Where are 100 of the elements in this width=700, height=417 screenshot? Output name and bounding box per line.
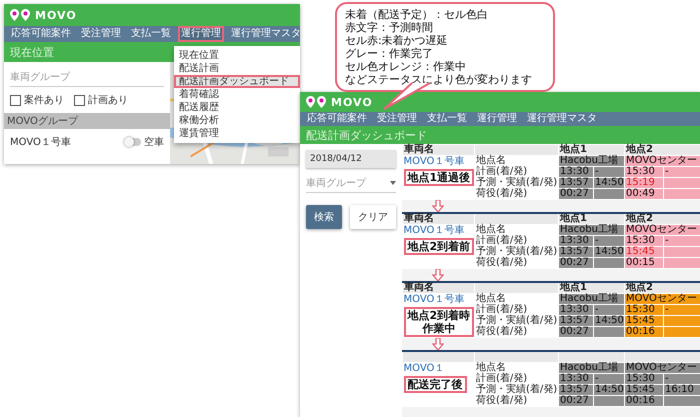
checkbox[interactable]: 計画あり — [74, 93, 128, 107]
table-cell: 16:10 — [664, 384, 700, 396]
page-title: 現在位置 — [10, 44, 54, 60]
column-header: 地点2 — [624, 213, 700, 224]
nav-item[interactable]: 運行管理マスタ — [230, 28, 300, 40]
column-header: 車両名 — [402, 282, 474, 294]
table-cell: MOVOセンター — [624, 294, 700, 304]
status-label: 地点2到着前 — [404, 238, 474, 255]
table-cell: 15:30 — [624, 236, 664, 246]
menu-item[interactable]: 着荷確認 — [174, 88, 300, 101]
row-label: 荷役(着/発) — [474, 396, 558, 406]
table-cell: Hacobu工場 — [558, 362, 624, 374]
table-cell: 00:49 — [624, 188, 664, 200]
table-cell: 00:16 — [624, 396, 664, 406]
table-cell: 13:57 — [558, 178, 594, 188]
pin-icon — [21, 9, 30, 21]
nav-item[interactable]: 受注管理 — [376, 113, 418, 125]
logo-text: MOVO — [331, 96, 373, 108]
callout-text: セル赤:未着かつ遅延 — [345, 34, 449, 47]
row-label: 計画(着/発) — [474, 374, 558, 384]
status-label: 配送完了後 — [404, 376, 466, 393]
page-title: 配送計画ダッシュボード — [306, 128, 427, 142]
table-cell: Hacobu工場 — [558, 294, 624, 304]
column-header: 車両名 — [402, 213, 474, 224]
table-cell: 15:19 — [624, 178, 664, 188]
column-header: 地点1 — [558, 213, 624, 224]
row-label: 荷役(着/発) — [474, 326, 558, 338]
menu-item[interactable]: 現在位置 — [174, 49, 300, 62]
table-cell: 15:45 — [624, 384, 664, 396]
menu-item[interactable]: 配送履歴 — [174, 101, 300, 114]
status-label: 地点2到着時 作業中 — [404, 307, 474, 337]
status-label: 地点1通過後 — [404, 169, 474, 186]
table-cell: 00:27 — [558, 188, 594, 200]
toggle-switch[interactable] — [125, 138, 141, 146]
column-header: 地点1 — [558, 144, 624, 156]
row-label: 地点名 — [474, 294, 558, 304]
group-field[interactable]: 車両グループ — [10, 68, 164, 87]
pin-icon — [10, 9, 19, 21]
group-select[interactable]: 車両グループ — [306, 174, 396, 193]
menu-item[interactable]: 稼働分析 — [174, 114, 300, 127]
table-cell: 13:57 — [558, 384, 594, 396]
table-cell: 00:27 — [558, 396, 594, 406]
vehicle-name: MOVO１号車 — [10, 136, 71, 149]
row-label: 予測・実績(着/発) — [474, 384, 558, 396]
vehicle-link[interactable]: MOVO１号車 — [404, 225, 464, 236]
row-label: 地点名 — [474, 224, 558, 236]
logo-text: MOVO — [35, 8, 77, 22]
row-label: 予測・実績(着/発) — [474, 178, 558, 188]
pin-icon — [317, 96, 326, 108]
toggle-label: 空車 — [144, 136, 164, 149]
nav-item[interactable]: 応答可能案件 — [10, 28, 72, 40]
table-cell: 13:57 — [558, 246, 594, 258]
table-cell: Hacobu工場 — [558, 224, 624, 236]
nav-item[interactable]: 運行管理マスタ — [526, 113, 598, 125]
row-label: 地点名 — [474, 362, 558, 374]
search-button[interactable]: 検索 — [306, 205, 342, 229]
table-cell: 14:50 — [594, 384, 624, 396]
nav-item[interactable]: 応答可能案件 — [306, 113, 368, 125]
vehicle-link[interactable]: MOVO１号車 — [404, 156, 464, 167]
row-label: 荷役(着/発) — [474, 258, 558, 268]
column-header: 地点2 — [624, 144, 700, 156]
table-cell: 15:30 — [624, 374, 664, 384]
table-cell: 14:50 — [594, 246, 624, 258]
nav-item[interactable]: 受注管理 — [80, 28, 122, 40]
table-cell: MOVOセンター — [624, 156, 700, 166]
table-cell: 00:27 — [558, 258, 594, 268]
table-cell: 13:30 — [558, 304, 594, 316]
table-cell: 15:30 — [624, 304, 664, 316]
vehicle-link[interactable]: MOVO１ — [404, 363, 444, 374]
menu-item[interactable]: 配送計画 — [174, 62, 300, 75]
column-header: 車両名 — [402, 144, 474, 156]
group-header: MOVOグループ — [4, 113, 170, 129]
nav-item[interactable]: 支払一覧 — [130, 28, 172, 40]
clear-button[interactable]: クリア — [350, 205, 396, 229]
table-cell: MOVOセンター — [624, 224, 700, 236]
table-cell: 00:16 — [624, 326, 664, 338]
vehicle-link[interactable]: MOVO１号車 — [404, 294, 464, 305]
table-cell: 13:30 — [558, 166, 594, 178]
row-label: 計画(着/発) — [474, 166, 558, 178]
table-cell: 00:15 — [624, 258, 664, 268]
nav-item[interactable]: 運行管理 — [476, 113, 518, 125]
table-cell: 00:27 — [558, 326, 594, 338]
menu-item[interactable]: 運賃管理 — [174, 127, 300, 140]
nav-item[interactable]: 支払一覧 — [426, 113, 468, 125]
row-label: 計画(着/発) — [474, 304, 558, 316]
table-cell: 14:50 — [594, 178, 624, 188]
table-cell: 15:45 — [624, 246, 664, 258]
table-cell: 15:30 — [624, 166, 664, 178]
row-label: 予測・実績(着/発) — [474, 316, 558, 326]
callout-text: 赤文字：予測時間 — [345, 21, 434, 34]
date-field[interactable]: 2018/04/12 — [306, 150, 396, 168]
table-cell: 13:57 — [558, 316, 594, 326]
row-label: 計画(着/発) — [474, 236, 558, 246]
table-cell: MOVOセンター — [624, 362, 700, 374]
table-cell: 15:45 — [624, 316, 664, 326]
callout-text: グレー：作業完了 — [345, 47, 434, 60]
checkbox[interactable]: 案件あり — [10, 93, 64, 107]
row-label: 予測・実績(着/発) — [474, 246, 558, 258]
nav-item[interactable]: 運行管理 — [180, 28, 222, 40]
caret-icon — [390, 181, 396, 185]
